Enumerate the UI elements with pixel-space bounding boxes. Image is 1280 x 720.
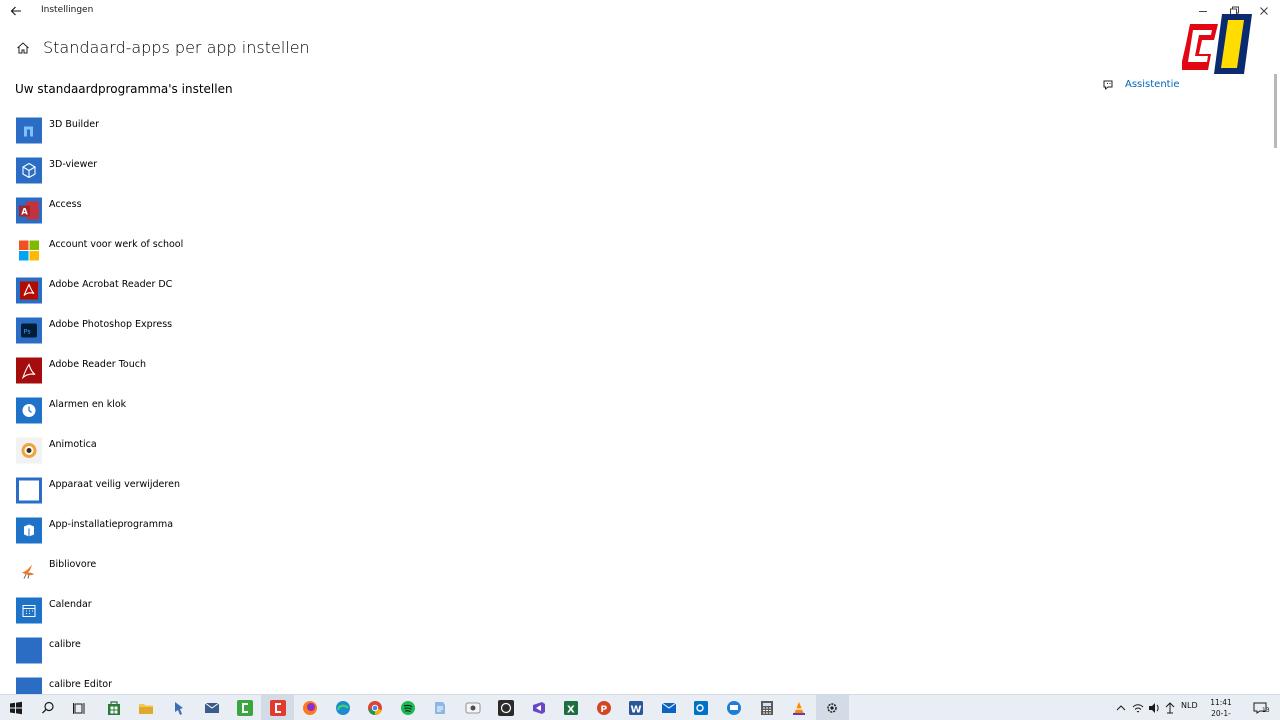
calibre-icon	[16, 637, 42, 664]
volume-icon[interactable]	[1147, 699, 1161, 717]
animotica-icon	[16, 437, 42, 464]
obs-icon[interactable]	[497, 699, 515, 717]
vlc-icon[interactable]	[790, 699, 808, 717]
clock-date: 20-1-2021	[1211, 709, 1231, 718]
3d-builder-icon	[16, 117, 42, 144]
windows-logo-icon	[19, 240, 39, 261]
clock-time: 11:41	[1210, 698, 1232, 707]
app-label: Alarmen en klok	[49, 399, 127, 410]
camtasia-icon[interactable]	[236, 699, 254, 717]
clock[interactable]: 11:41 20-1-2021	[1203, 697, 1239, 720]
wifi-icon[interactable]	[1131, 699, 1145, 717]
app-label: Adobe Reader Touch	[49, 359, 146, 370]
scrollbar-thumb[interactable]	[1274, 74, 1277, 148]
window-title: Instellingen	[41, 5, 94, 15]
list-item-apparaat-veilig-verwijderen[interactable]: Apparaat veilig verwijderen	[15, 475, 615, 515]
app-list: 3D Builder 3D-viewer A Access Account vo…	[15, 115, 715, 715]
list-item-adobe-acrobat-reader-dc[interactable]: Adobe Acrobat Reader DC	[15, 275, 615, 315]
file-explorer-icon[interactable]	[137, 699, 155, 717]
arrow-left-icon[interactable]	[8, 3, 24, 19]
app-label: Account voor werk of school	[49, 239, 184, 250]
brand-logo	[1182, 14, 1252, 74]
close-icon[interactable]	[1256, 3, 1272, 19]
cube-icon	[16, 157, 42, 184]
app-label: calibre	[49, 639, 81, 650]
network-icon[interactable]	[1163, 699, 1177, 717]
app-label: calibre Editor	[49, 679, 113, 690]
app-label: 3D-viewer	[49, 159, 98, 170]
search-icon[interactable]	[39, 699, 57, 717]
task-view-icon[interactable]	[71, 699, 89, 717]
svg-text:Ps: Ps	[24, 328, 32, 336]
calculator-icon[interactable]	[758, 699, 776, 717]
package-icon	[16, 517, 42, 544]
powerpoint-icon[interactable]: P	[595, 699, 613, 717]
app-label: Adobe Photoshop Express	[49, 319, 173, 330]
taskbar: X P W NLD 11:41 20-1-2021 13	[0, 694, 1280, 720]
list-item-3d-builder[interactable]: 3D Builder	[15, 115, 615, 155]
access-icon: A	[16, 197, 42, 224]
list-item-calendar[interactable]: Calendar	[15, 595, 615, 635]
blank-app-icon	[16, 477, 42, 504]
home-icon[interactable]	[16, 41, 30, 55]
notepad-icon[interactable]	[431, 699, 449, 717]
store-icon[interactable]	[105, 699, 123, 717]
teams-icon[interactable]	[464, 699, 482, 717]
app-label: Access	[49, 199, 82, 210]
help-link-label[interactable]: Assistentie	[1125, 79, 1180, 90]
list-item-account-werk-school[interactable]: Account voor werk of school	[15, 235, 615, 275]
language-indicator[interactable]: NLD	[1181, 701, 1198, 710]
svg-text:A: A	[21, 208, 28, 218]
mail-app-icon[interactable]	[660, 699, 678, 717]
list-item-alarmen-en-klok[interactable]: Alarmen en klok	[15, 395, 615, 435]
clock-icon	[16, 397, 42, 424]
bird-icon	[22, 564, 34, 579]
calendar-icon	[16, 597, 42, 624]
app-label: Animotica	[49, 439, 97, 450]
settings-icon[interactable]	[823, 699, 841, 717]
firefox-icon[interactable]	[301, 699, 319, 717]
app-label: 3D Builder	[49, 119, 99, 130]
list-item-access[interactable]: A Access	[15, 195, 615, 235]
camtasia-recorder-icon[interactable]	[269, 699, 287, 717]
outlook-icon[interactable]	[692, 699, 710, 717]
app-label: Calendar	[49, 599, 92, 610]
list-item-3d-viewer[interactable]: 3D-viewer	[15, 155, 615, 195]
chrome-icon[interactable]	[366, 699, 384, 717]
chevron-up-icon[interactable]	[1115, 699, 1127, 717]
app-label: Adobe Acrobat Reader DC	[49, 279, 173, 290]
app-label: Apparaat veilig verwijderen	[49, 479, 180, 490]
reader-icon	[16, 357, 42, 384]
chat-help-icon	[1103, 80, 1113, 91]
svg-text:W: W	[631, 705, 642, 716]
title-bar: Instellingen	[0, 0, 1280, 22]
notification-badge: 13	[1262, 707, 1270, 714]
list-item-adobe-photoshop-express[interactable]: Ps Adobe Photoshop Express	[15, 315, 615, 355]
acrobat-icon	[16, 277, 42, 304]
section-heading: Uw standaardprogramma's instellen	[15, 82, 233, 96]
list-item-calibre[interactable]: calibre	[15, 635, 615, 675]
app-label: App-installatieprogramma	[49, 519, 174, 530]
photoshop-icon: Ps	[16, 317, 42, 344]
excel-icon[interactable]: X	[562, 699, 580, 717]
page-title: Standaard-apps per app instellen	[43, 38, 310, 57]
list-item-bibliovore[interactable]: Bibliovore	[15, 555, 615, 595]
list-item-adobe-reader-touch[interactable]: Adobe Reader Touch	[15, 355, 615, 395]
svg-text:P: P	[601, 705, 608, 715]
start-icon[interactable]	[7, 699, 25, 717]
list-item-animotica[interactable]: Animotica	[15, 435, 615, 475]
spotify-icon[interactable]	[399, 699, 417, 717]
word-icon[interactable]: W	[627, 699, 645, 717]
remote-desktop-icon[interactable]	[725, 699, 743, 717]
list-item-app-installatieprogramma[interactable]: App-installatieprogramma	[15, 515, 615, 555]
app-label: Bibliovore	[49, 559, 97, 570]
mail-icon[interactable]	[203, 699, 221, 717]
visual-studio-icon[interactable]	[530, 699, 548, 717]
pinned-app-icon[interactable]	[170, 699, 188, 717]
svg-text:X: X	[567, 705, 575, 716]
edge-icon[interactable]	[334, 699, 352, 717]
